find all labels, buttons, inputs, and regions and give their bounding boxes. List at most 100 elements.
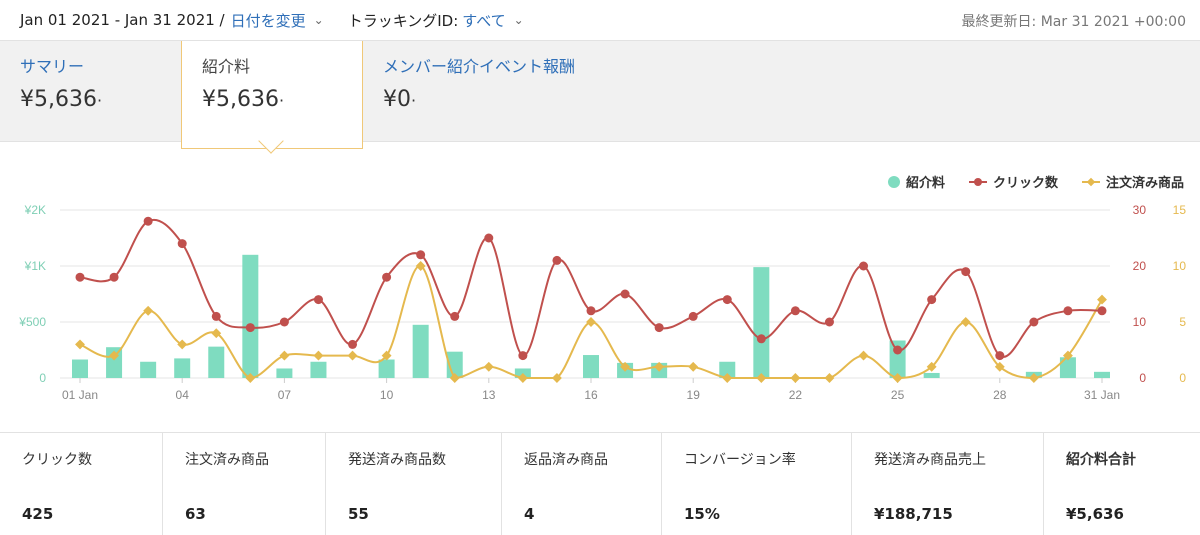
point-clicks xyxy=(552,255,562,265)
bar-fee xyxy=(276,368,293,378)
y-axis-tick-clicks: 0 xyxy=(1139,371,1146,385)
bar-fee xyxy=(412,324,429,378)
y-axis-tick-clicks: 30 xyxy=(1133,203,1147,217)
point-clicks xyxy=(177,239,187,249)
point-clicks xyxy=(279,317,289,327)
x-axis-tick-label: 13 xyxy=(482,388,496,402)
y-axis-tick-left: ¥2K xyxy=(24,203,46,217)
metric-label: クリック数 xyxy=(22,452,92,468)
point-clicks xyxy=(109,272,119,282)
y-axis-tick-ordered: 10 xyxy=(1173,259,1187,273)
point-clicks xyxy=(143,216,153,226)
point-clicks xyxy=(416,250,426,260)
x-axis-tick-label: 07 xyxy=(278,388,292,402)
point-clicks xyxy=(927,295,937,305)
point-clicks xyxy=(1063,306,1073,316)
bar-fee xyxy=(72,359,88,378)
point-clicks xyxy=(586,306,596,316)
point-clicks xyxy=(1097,306,1107,316)
x-axis-tick-label: 04 xyxy=(176,388,190,402)
y-axis-tick-clicks: 10 xyxy=(1133,315,1147,329)
point-ordered xyxy=(1097,294,1107,305)
metrics-row: クリック数 425 注文済み商品 63 発送済み商品数 55 返品済み商品 4 … xyxy=(0,432,1200,535)
point-ordered xyxy=(347,350,358,361)
point-ordered xyxy=(858,350,869,361)
point-clicks xyxy=(790,306,800,316)
metric-conversion: コンバージョン率 15% xyxy=(662,433,852,535)
y-axis-tick-left: ¥1K xyxy=(24,259,46,273)
x-axis-tick-label: 01 Jan xyxy=(62,388,98,402)
point-clicks xyxy=(348,339,358,349)
x-axis-tick-label: 25 xyxy=(891,388,905,402)
point-clicks xyxy=(995,351,1005,361)
x-axis-tick-label: 28 xyxy=(993,388,1007,402)
point-clicks xyxy=(859,261,869,271)
y-axis-tick-ordered: 5 xyxy=(1179,315,1186,329)
y-axis-tick-left: 0 xyxy=(39,371,46,385)
metric-returned: 返品済み商品 4 xyxy=(502,433,662,535)
bar-fee xyxy=(208,346,225,378)
point-clicks xyxy=(382,272,392,282)
point-ordered xyxy=(177,339,188,350)
point-ordered xyxy=(143,305,154,316)
point-ordered xyxy=(688,361,699,372)
point-clicks xyxy=(688,311,698,321)
metric-label: コンバージョン率 xyxy=(684,452,796,468)
bar-fee xyxy=(1094,371,1110,378)
bar-fee xyxy=(242,254,259,378)
metric-value: 425 xyxy=(22,505,54,523)
bar-fee xyxy=(174,358,191,378)
metric-label: 返品済み商品 xyxy=(524,452,608,468)
metric-shipped-count: 発送済み商品数 55 xyxy=(326,433,502,535)
bar-fee xyxy=(140,361,157,378)
point-ordered xyxy=(483,361,494,372)
point-clicks xyxy=(620,289,630,299)
metric-clicks: クリック数 425 xyxy=(0,433,163,535)
bar-fee xyxy=(583,355,599,378)
metric-label: 注文済み商品 xyxy=(185,452,269,468)
point-ordered xyxy=(960,317,971,327)
x-axis-tick-label: 10 xyxy=(380,388,394,402)
point-clicks xyxy=(75,272,85,282)
point-clicks xyxy=(245,323,255,333)
point-clicks xyxy=(961,267,971,277)
y-axis-tick-ordered: 0 xyxy=(1179,371,1186,385)
point-clicks xyxy=(211,311,221,321)
point-clicks xyxy=(893,345,903,355)
point-clicks xyxy=(1029,317,1039,327)
point-clicks xyxy=(654,323,664,333)
point-clicks xyxy=(313,295,323,305)
bar-fee xyxy=(753,267,770,378)
point-ordered xyxy=(279,350,290,361)
metric-value: ¥188,715 xyxy=(874,505,953,523)
point-ordered xyxy=(586,317,596,327)
y-axis-tick-left: ¥500 xyxy=(18,315,46,329)
point-ordered xyxy=(75,339,85,350)
x-axis-tick-label: 16 xyxy=(584,388,598,402)
metric-value: 4 xyxy=(524,505,535,523)
x-axis-tick-label: 31 Jan xyxy=(1084,388,1120,402)
metric-value: 63 xyxy=(185,505,206,523)
point-ordered xyxy=(824,373,835,383)
metric-label: 発送済み商品数 xyxy=(348,452,446,468)
point-clicks xyxy=(824,317,834,327)
metric-label: 紹介料合計 xyxy=(1066,452,1136,468)
x-axis-tick-label: 22 xyxy=(789,388,803,402)
metric-shipped-revenue: 発送済み商品売上 ¥188,715 xyxy=(852,433,1044,535)
bar-fee xyxy=(310,361,327,378)
metric-value: ¥5,636 xyxy=(1066,505,1124,523)
x-axis-tick-label: 19 xyxy=(687,388,701,402)
y-axis-tick-ordered: 15 xyxy=(1173,203,1187,217)
metric-value: 55 xyxy=(348,505,369,523)
point-clicks xyxy=(484,233,494,243)
bar-fee xyxy=(923,372,940,378)
point-ordered xyxy=(313,350,324,361)
bar-fee xyxy=(378,359,395,378)
line-clicks xyxy=(79,218,1103,358)
metric-label: 発送済み商品売上 xyxy=(874,452,986,468)
y-axis-tick-clicks: 20 xyxy=(1133,259,1147,273)
point-clicks xyxy=(756,334,766,344)
metric-ordered: 注文済み商品 63 xyxy=(163,433,326,535)
metric-value: 15% xyxy=(684,505,720,523)
point-clicks xyxy=(518,351,528,361)
